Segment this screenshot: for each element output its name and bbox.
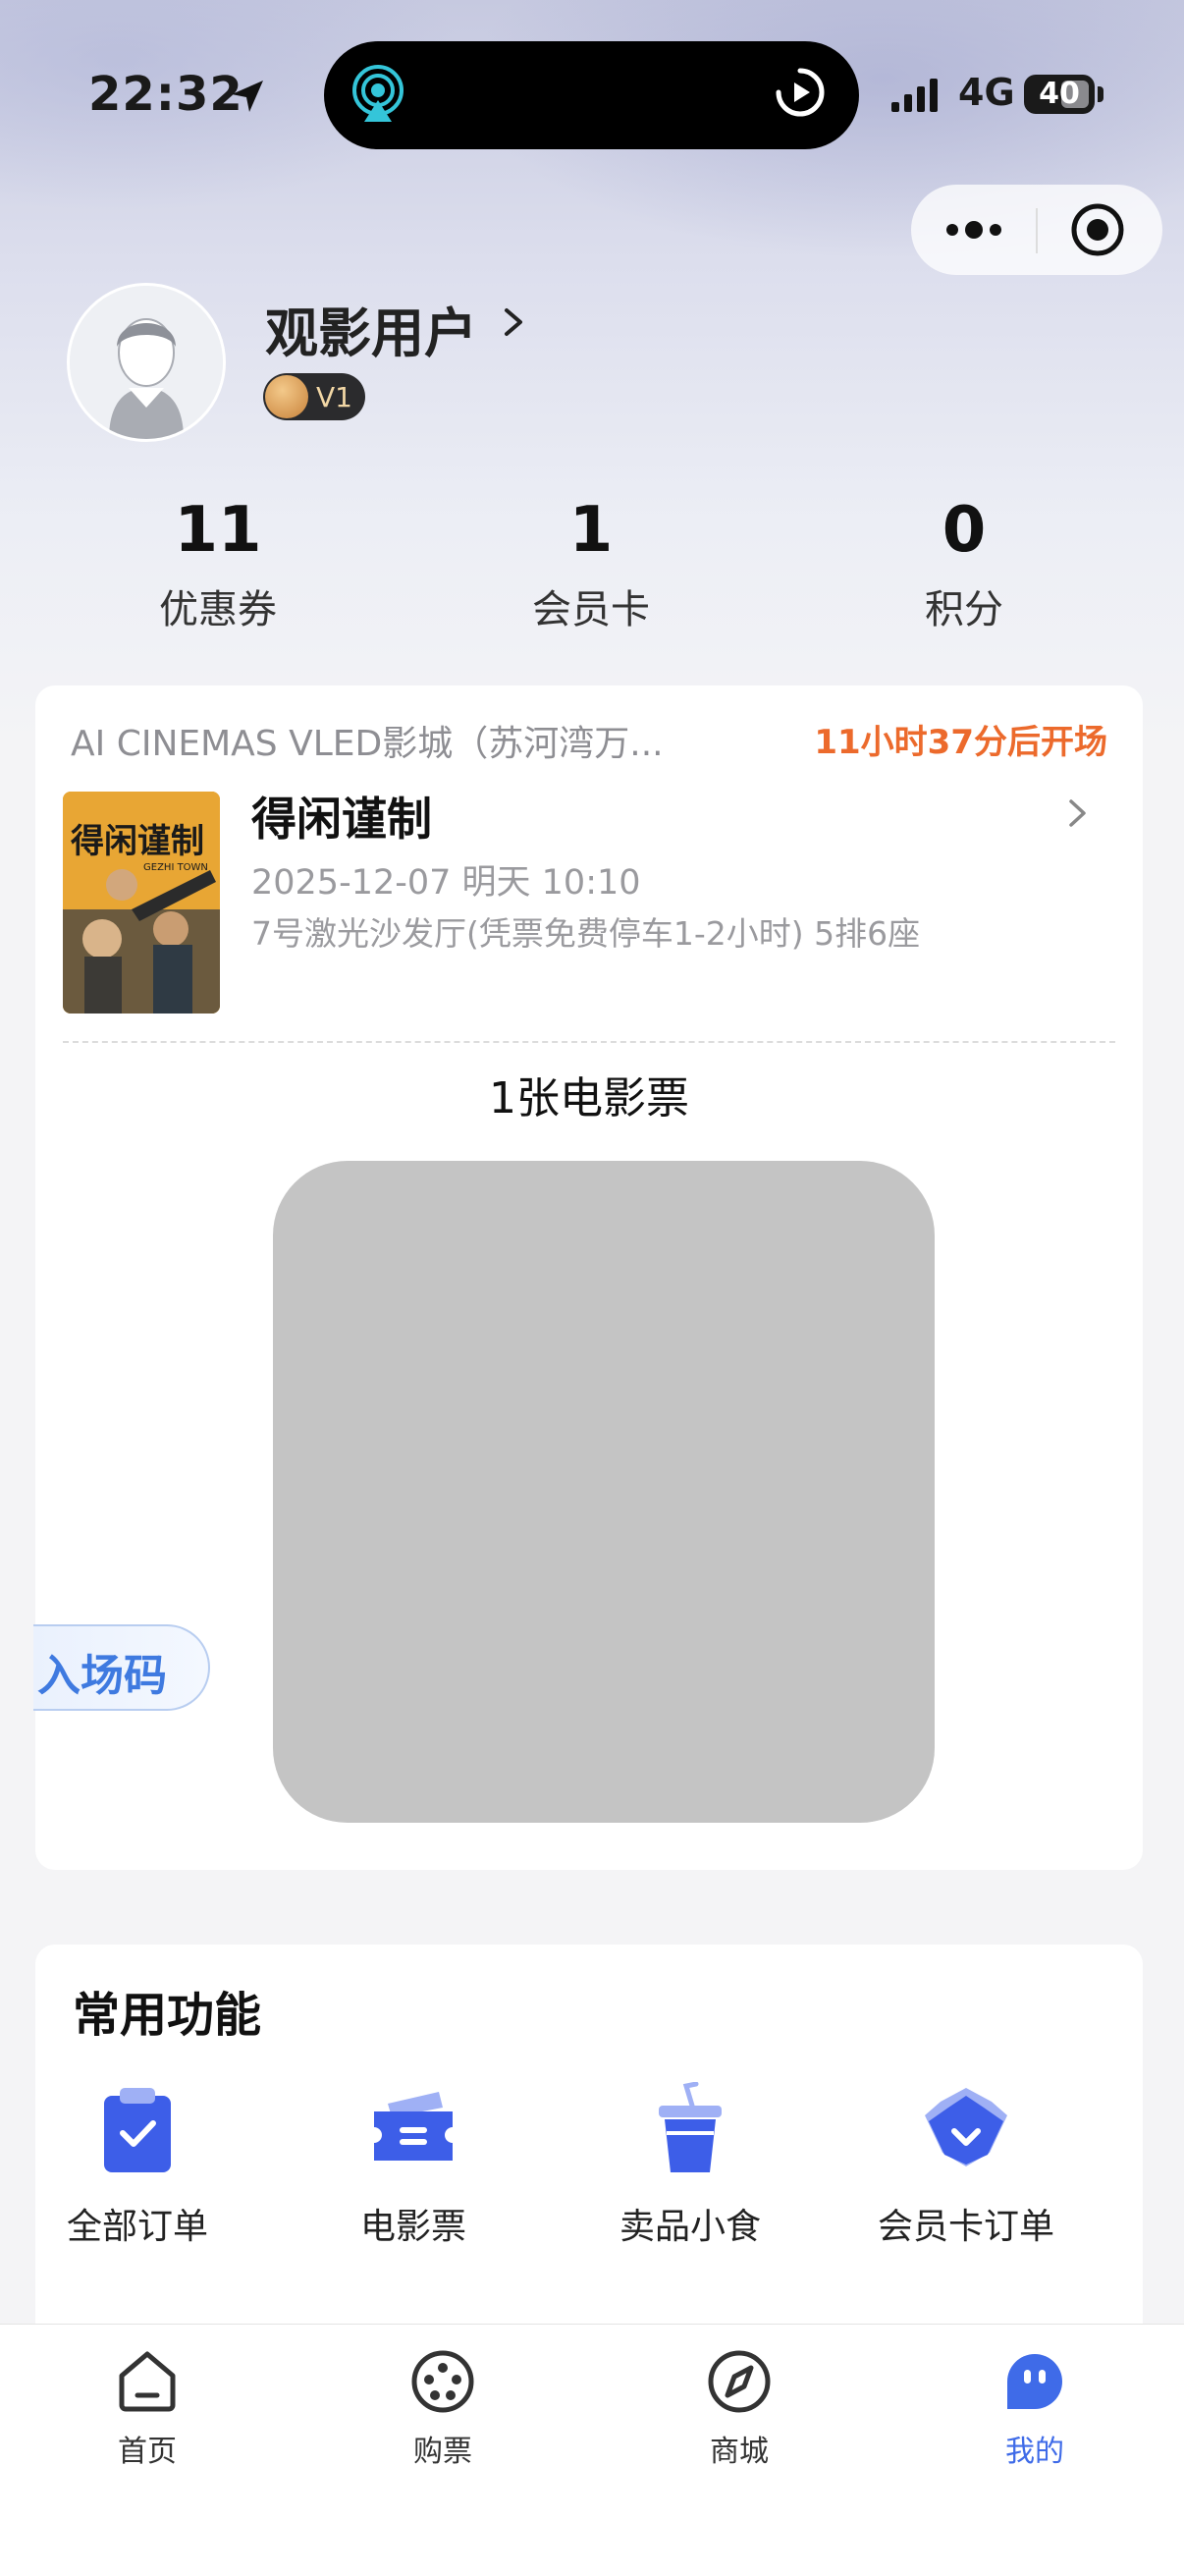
compass-icon [708,2350,771,2413]
function-label: 电影票 [359,2207,466,2247]
capsule-divider [1036,208,1038,253]
chevron-right-icon[interactable] [499,302,528,342]
upcoming-ticket-card[interactable]: AI CINEMAS VLED影城（苏河湾万... 11小时37分后开场 得闲谨… [33,685,1143,1870]
miniprogram-capsule [911,185,1162,275]
film-reel-icon [411,2350,474,2413]
movie-title: 得闲谨制 [251,793,432,846]
stat-points[interactable]: 0 积分 [817,491,1111,634]
stat-value: 0 [942,494,987,567]
member-level-text: V1 [316,381,352,413]
bottom-tab-bar: 首页 购票 商城 我的 [0,2324,1184,2576]
poster-subtitle: GEZHI TOWN [143,862,208,873]
showtime-countdown: 11小时37分后开场 [814,723,1107,762]
ticket-divider [63,1041,1115,1043]
default-avatar-icon [70,286,223,439]
stat-label: 积分 [925,587,1003,632]
member-card-orders-button[interactable]: 会员卡订单 [829,2082,1103,2249]
showtime: 2025-12-07 明天 10:10 [251,863,641,903]
profile-face-icon [1007,2354,1062,2409]
location-arrow-icon [232,81,263,112]
all-orders-button[interactable]: 全部订单 [0,2082,275,2249]
ticket-count: 1张电影票 [489,1073,689,1124]
crown-icon [925,2088,1007,2166]
playback-icon [776,68,825,117]
username[interactable]: 观影用户 [265,290,477,367]
ticket-icon [374,2092,453,2161]
level-coin-icon [265,375,308,418]
avatar[interactable] [67,283,226,442]
more-dots-icon[interactable] [942,212,1005,247]
drink-cup-icon [659,2082,722,2172]
poster-art: 得闲谨制 GEZHI TOWN [63,792,220,1014]
status-time: 22:32 [88,67,243,122]
close-miniprogram-icon[interactable] [1070,202,1125,257]
stat-member-cards[interactable]: 1 会员卡 [444,491,738,634]
entry-code-label: 入场码 [37,1651,167,1701]
stat-label: 优惠券 [159,587,277,632]
airplay-icon [352,65,404,122]
stat-label: 会员卡 [532,587,650,632]
clipboard-check-icon [104,2088,171,2172]
cellular-signal-icon [891,79,938,112]
entry-qr-code[interactable] [273,1161,935,1823]
member-level-badge[interactable]: V1 [263,373,365,420]
tab-tickets[interactable]: 购票 [345,2346,541,2470]
tab-mine[interactable]: 我的 [937,2346,1133,2470]
stat-value: 11 [174,494,262,567]
network-type: 4G [958,71,1015,114]
chevron-right-icon[interactable] [1066,795,1090,831]
stat-coupons[interactable]: 11 优惠券 [71,491,365,634]
tab-label: 我的 [1005,2435,1064,2469]
home-icon [119,2351,176,2412]
cinema-name: AI CINEMAS VLED影城（苏河湾万... [71,724,664,764]
function-label: 会员卡订单 [877,2207,1054,2247]
poster-title: 得闲谨制 [70,822,204,861]
tab-home[interactable]: 首页 [49,2346,245,2470]
tab-label: 购票 [413,2435,472,2469]
battery-indicator: 40 [1024,75,1095,114]
movie-poster[interactable]: 得闲谨制 GEZHI TOWN [63,792,220,1014]
tab-label: 商城 [710,2435,769,2469]
tab-mall[interactable]: 商城 [641,2346,837,2470]
tab-label: 首页 [118,2435,177,2469]
common-functions-card: 常用功能 全部订单 电影票 卖品小食 会员卡订单 [35,1945,1143,2357]
function-label: 卖品小食 [619,2207,761,2247]
battery-level: 40 [1039,77,1080,111]
hall-and-seat: 7号激光沙发厅(凭票免费停车1-2小时) 5排6座 [251,914,921,953]
movie-tickets-button[interactable]: 电影票 [276,2082,551,2249]
function-label: 全部订单 [66,2207,208,2247]
entry-code-button[interactable]: 入场码 [33,1624,210,1711]
snacks-button[interactable]: 卖品小食 [553,2082,828,2249]
battery-cap [1098,86,1103,102]
stat-value: 1 [568,494,614,567]
section-title: 常用功能 [73,1988,262,2043]
